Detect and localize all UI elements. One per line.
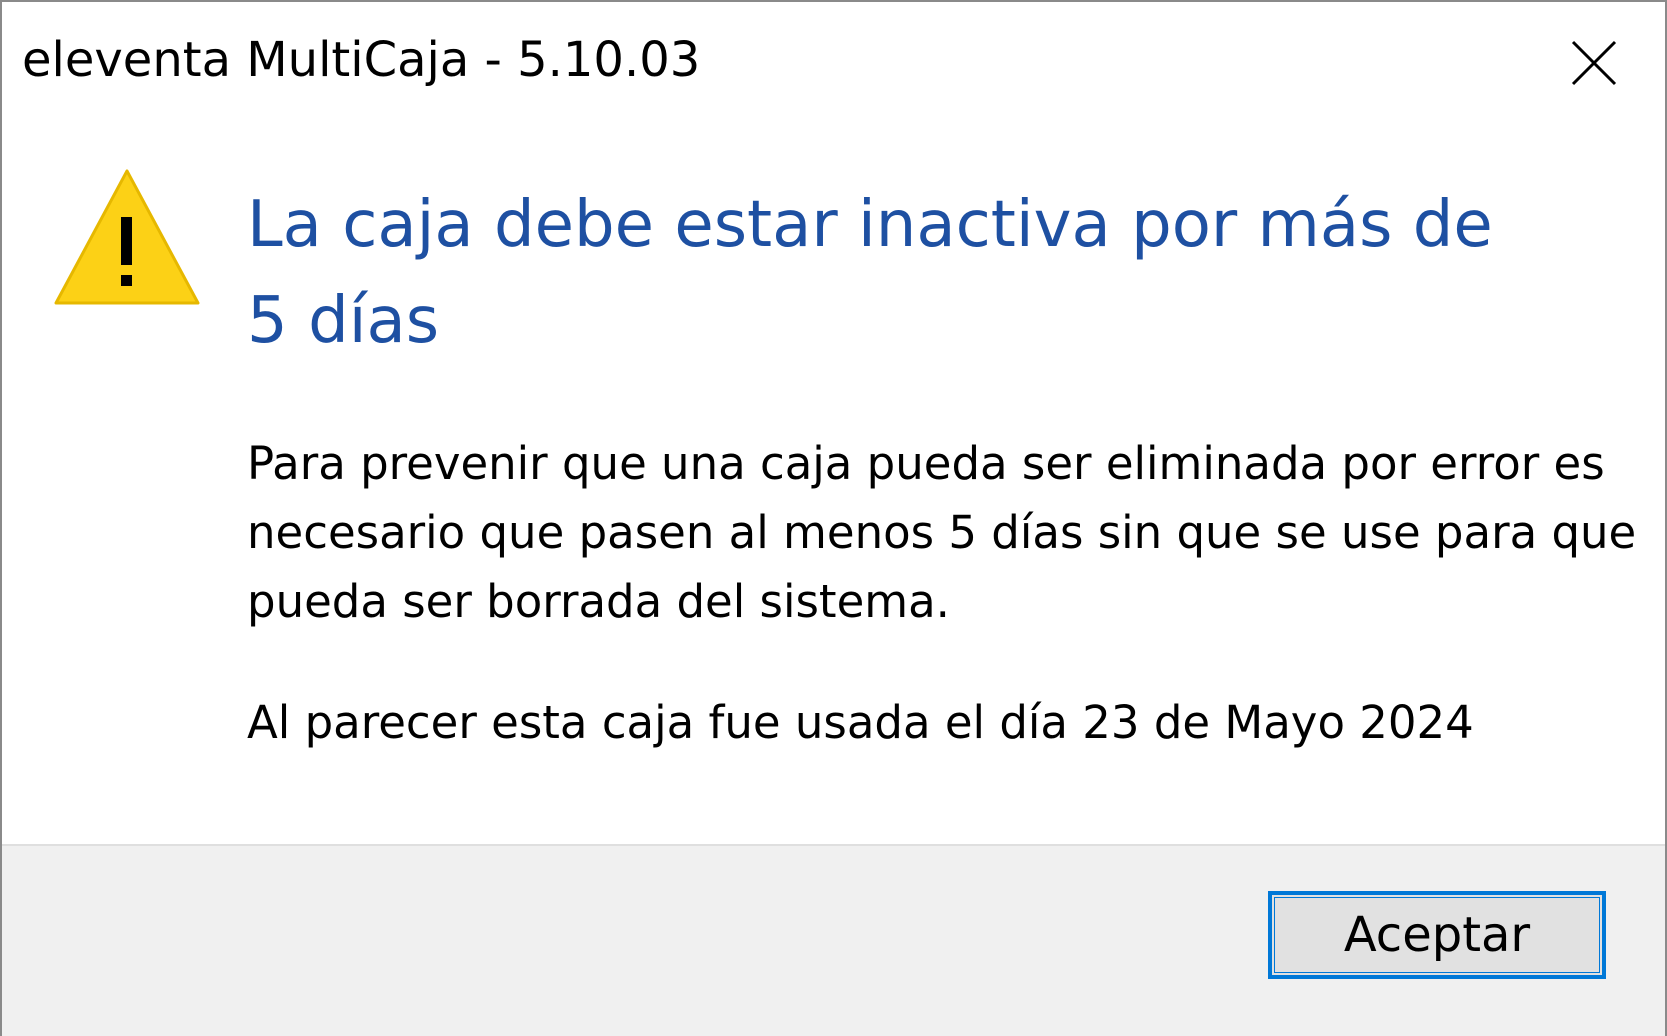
window-title: eleventa MultiCaja - 5.10.03 [22,32,701,88]
message-detail: Al parecer esta caja fue usada el día 23… [247,696,1474,749]
close-button[interactable] [1547,22,1639,102]
warning-icon [54,169,200,305]
accept-button[interactable]: Aceptar [1268,891,1606,979]
dialog-footer: Aceptar [2,844,1665,1036]
close-icon [1571,40,1617,86]
dialog-window: eleventa MultiCaja - 5.10.03 La caja deb… [0,0,1667,1036]
dialog-content: La caja debe estar inactiva por más de 5… [2,120,1665,844]
title-bar[interactable]: eleventa MultiCaja - 5.10.03 [2,2,1665,120]
message-body: Para prevenir que una caja pueda ser eli… [247,437,1637,628]
message-heading: La caja debe estar inactiva por más de 5… [247,188,1493,358]
